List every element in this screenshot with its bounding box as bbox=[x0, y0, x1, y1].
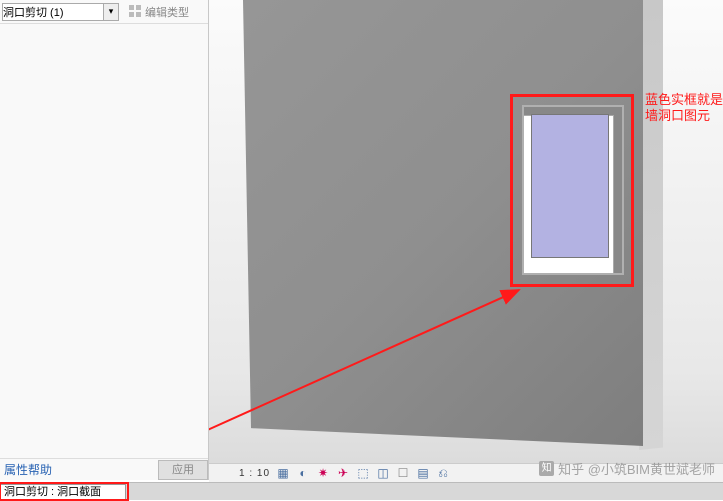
panel-footer: 属性帮助 应用 bbox=[0, 458, 208, 480]
annotation-rectangle bbox=[510, 94, 634, 287]
show-hidden-icon[interactable]: ◫ bbox=[376, 466, 390, 480]
properties-panel: ▾ 编辑类型 属性帮助 应用 bbox=[0, 0, 209, 480]
shadow-icon[interactable]: ✷ bbox=[316, 466, 330, 480]
panel-header: ▾ 编辑类型 bbox=[0, 0, 208, 24]
edit-type-label: 编辑类型 bbox=[145, 4, 189, 20]
annotation-text: 蓝色实框就是墙洞口图元 bbox=[645, 92, 723, 124]
view-scale[interactable]: 1 : 10 bbox=[239, 468, 270, 479]
shade-icon[interactable]: ◐ bbox=[296, 466, 310, 480]
view-mode-icon[interactable]: ▦ bbox=[276, 466, 290, 480]
zhihu-logo-icon: 知 bbox=[539, 461, 554, 476]
detail-icon[interactable]: ▤ bbox=[416, 466, 430, 480]
edit-type-button[interactable]: 编辑类型 bbox=[125, 2, 193, 22]
edit-type-icon bbox=[129, 5, 143, 19]
apply-button[interactable]: 应用 bbox=[158, 460, 208, 480]
render-icon[interactable]: ☐ bbox=[396, 466, 410, 480]
type-selector[interactable] bbox=[2, 3, 104, 21]
path-icon[interactable]: ✈ bbox=[336, 466, 350, 480]
crop-icon[interactable]: ⬚ bbox=[356, 466, 370, 480]
watermark: 知 知乎 @小筑BIM黄世斌老师 bbox=[539, 459, 715, 478]
watermark-text: 知乎 @小筑BIM黄世斌老师 bbox=[558, 459, 715, 478]
filter-icon[interactable]: ⎌ bbox=[436, 466, 450, 480]
model-viewport[interactable]: 蓝色实框就是墙洞口图元 bbox=[209, 0, 723, 463]
status-message: 洞口剪切 : 洞口截面 bbox=[0, 484, 126, 500]
type-selector-dropdown[interactable]: ▾ bbox=[103, 3, 119, 21]
status-bar: 洞口剪切 : 洞口截面 bbox=[0, 482, 723, 500]
properties-help-link[interactable]: 属性帮助 bbox=[0, 461, 56, 478]
